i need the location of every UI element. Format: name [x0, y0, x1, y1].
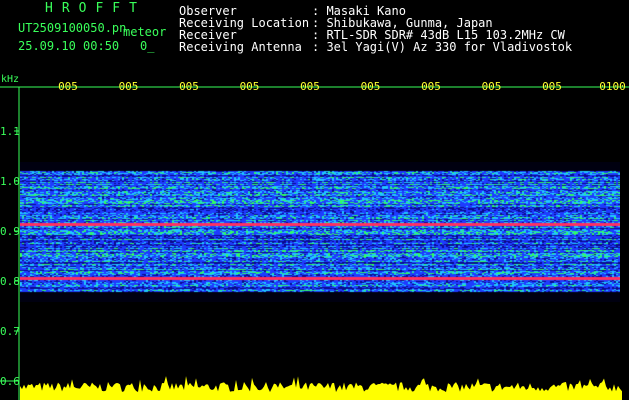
spectrogram-chart: kHz1.11.00.90.80.70.6005 005 005 005 005 005 0… [0, 74, 629, 400]
y-unit-label: kHz [1, 74, 19, 85]
x-tick-label: 005 [421, 80, 441, 93]
x-tick-label: 005 [240, 80, 260, 93]
x-tick-label: 005 [300, 80, 320, 93]
x-tick-label: 005 [361, 80, 381, 93]
x-tick-label: 005 [542, 80, 562, 93]
x-tick-label: 005 [482, 80, 502, 93]
x-tick-label: 0100 [599, 80, 626, 93]
x-tick-label: 005 [179, 80, 199, 93]
x-tick-label: 005 [58, 80, 78, 93]
audio-level-trace [20, 376, 622, 400]
x-tick-label: 005 [119, 80, 139, 93]
